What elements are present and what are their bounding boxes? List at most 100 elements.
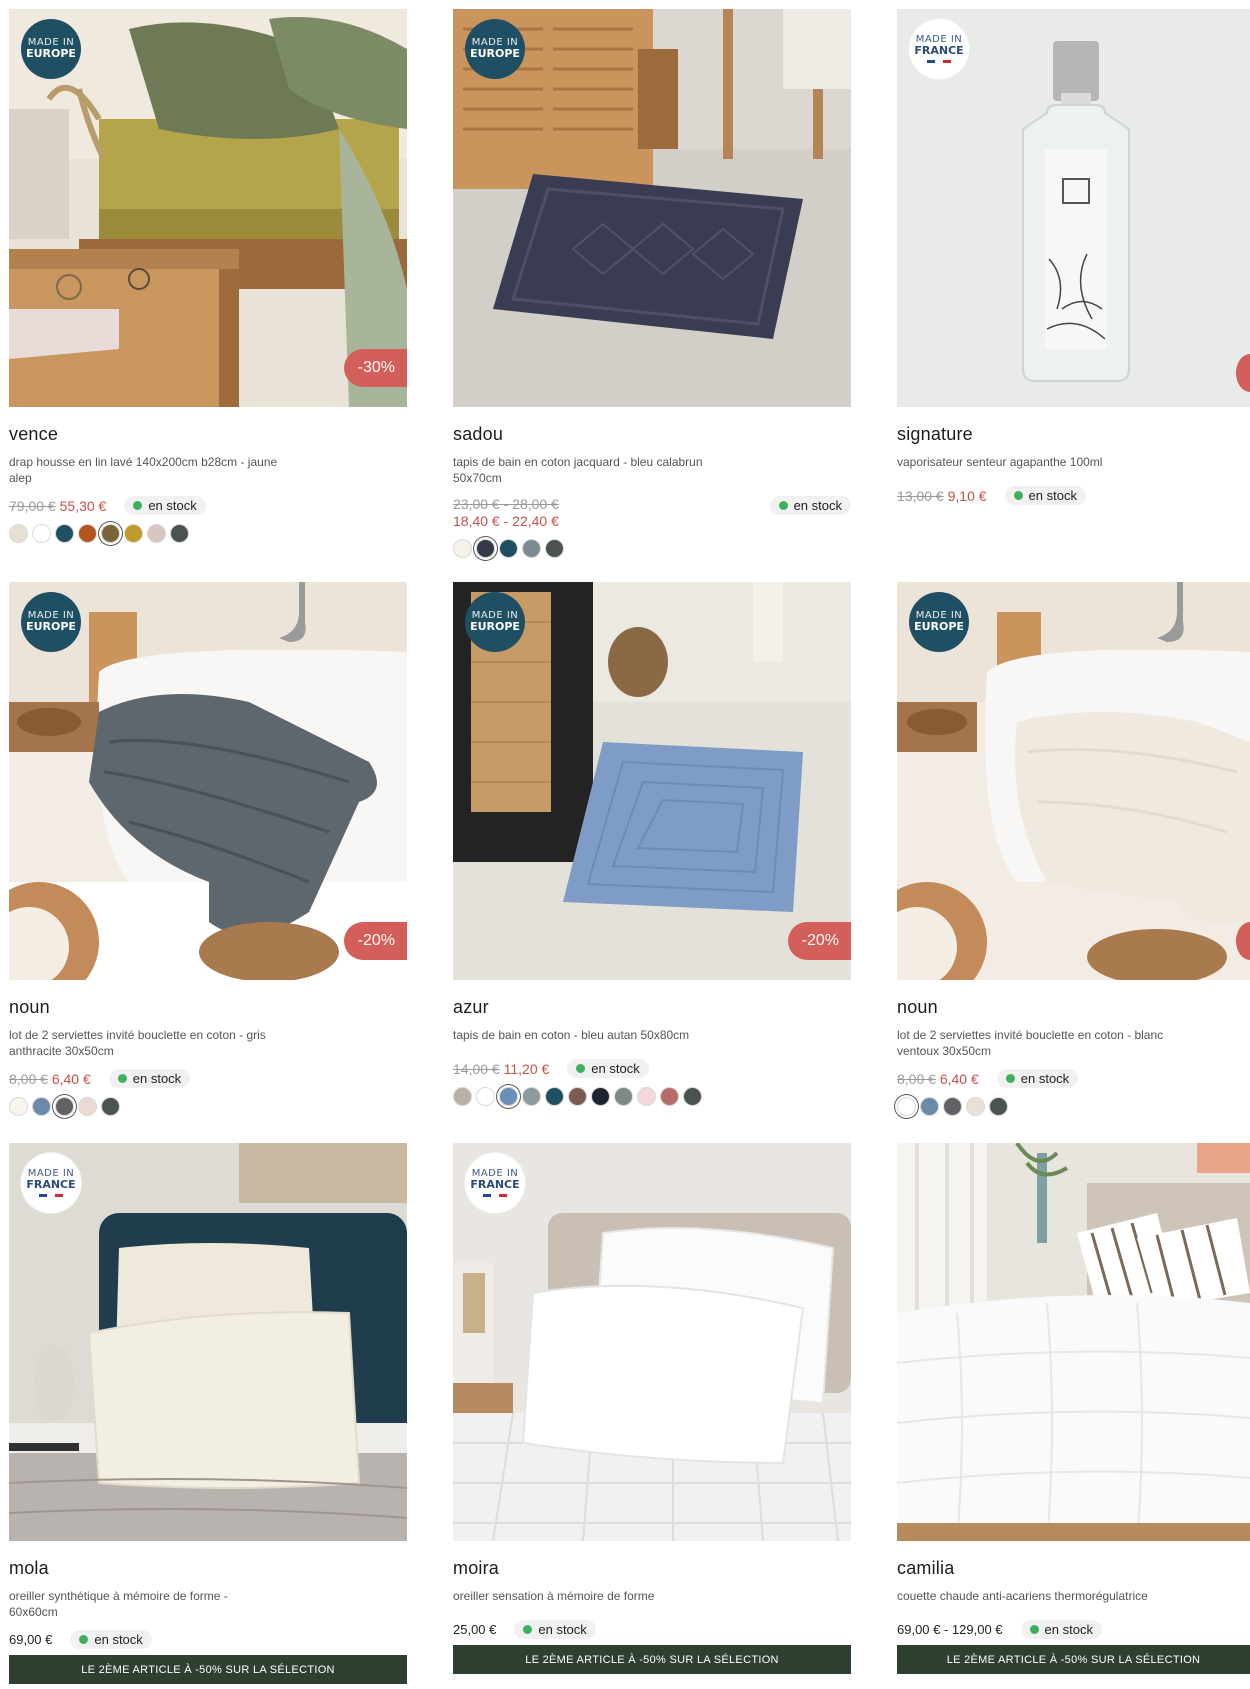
product-card[interactable]: MADE IN FRANCE moira oreiller sensation … <box>453 1143 851 1674</box>
color-swatch[interactable] <box>476 1087 495 1106</box>
made-in-france-badge: MADE IN FRANCE <box>21 1153 81 1213</box>
price-row: 14,00 € 11,20 € en stock <box>453 1059 851 1078</box>
product-card[interactable]: MADE IN EUROPE sadou tapis de bain en co… <box>453 9 851 558</box>
product-image[interactable] <box>897 1143 1250 1541</box>
product-name[interactable]: vence <box>9 424 407 445</box>
product-card[interactable]: MADE IN EUROPE -30% vence drap housse en… <box>9 9 407 543</box>
in-stock-dot-icon <box>1013 491 1023 500</box>
product-name[interactable]: moira <box>453 1558 851 1579</box>
price-row: 8,00 € 6,40 € en stock <box>9 1069 407 1088</box>
color-swatch[interactable] <box>920 1097 939 1116</box>
product-card[interactable]: MADE IN EUROPE noun lot de 2 serviettes … <box>897 582 1250 1116</box>
color-swatch[interactable] <box>683 1087 702 1106</box>
color-swatch-selected[interactable] <box>897 1097 916 1116</box>
color-swatch[interactable] <box>545 539 564 558</box>
color-swatch[interactable] <box>943 1097 962 1116</box>
price-row: 69,00 € - 129,00 € en stock <box>897 1620 1250 1639</box>
product-name[interactable]: noun <box>9 997 407 1018</box>
in-stock-dot-icon <box>117 1074 127 1083</box>
color-swatch-selected[interactable] <box>55 1097 74 1116</box>
color-swatch[interactable] <box>55 524 74 543</box>
color-swatch[interactable] <box>170 524 189 543</box>
product-name[interactable]: signature <box>897 424 1250 445</box>
color-swatch-selected[interactable] <box>101 524 120 543</box>
product-name[interactable]: noun <box>897 997 1250 1018</box>
color-swatch[interactable] <box>989 1097 1008 1116</box>
product-card[interactable]: MADE IN EUROPE -20% noun lot de 2 servie… <box>9 582 407 1116</box>
old-price: 8,00 € <box>897 1070 936 1087</box>
color-swatch[interactable] <box>78 524 97 543</box>
product-name[interactable]: camilia <box>897 1558 1250 1579</box>
product-image[interactable]: MADE IN EUROPE -30% <box>9 9 407 407</box>
product-description: tapis de bain en coton - bleu autan 50x8… <box>453 1028 690 1042</box>
color-swatch[interactable] <box>568 1087 587 1106</box>
color-swatch[interactable] <box>591 1087 610 1106</box>
color-swatch[interactable] <box>78 1097 97 1116</box>
color-swatch[interactable] <box>9 524 28 543</box>
discount-badge: -20% <box>343 922 407 960</box>
stock-badge: en stock <box>514 1620 596 1639</box>
sale-price: 6,40 € <box>939 1070 979 1087</box>
price: 25,00 € <box>453 1622 497 1637</box>
price-row: 79,00 € 55,30 € en stock <box>9 496 407 515</box>
sale-price: 55,30 € <box>59 497 107 514</box>
product-description: lot de 2 serviettes invité bouclette en … <box>897 1028 1164 1058</box>
discount-badge: -30% <box>343 349 407 387</box>
sale-price: 11,20 € <box>503 1060 550 1077</box>
sale-price: 9,10 € <box>947 487 987 504</box>
color-swatch[interactable] <box>453 539 472 558</box>
product-description: oreiller sensation à mémoire de forme <box>453 1589 655 1603</box>
product-name[interactable]: sadou <box>453 424 851 445</box>
price-row: 23,00 € - 28,00 € 18,40 € - 22,40 € en s… <box>453 496 851 530</box>
color-swatch[interactable] <box>499 539 518 558</box>
made-in-europe-badge: MADE IN EUROPE <box>21 19 81 79</box>
color-swatch[interactable] <box>101 1097 120 1116</box>
product-image[interactable]: MADE IN EUROPE <box>453 9 851 407</box>
made-in-europe-badge: MADE IN EUROPE <box>909 592 969 652</box>
color-swatch[interactable] <box>32 1097 51 1116</box>
product-description: couette chaude anti-acariens thermorégul… <box>897 1589 1148 1603</box>
product-card[interactable]: camilia couette chaude anti-acariens the… <box>897 1143 1250 1674</box>
promo-banner[interactable]: LE 2ÈME ARTICLE À -50% SUR LA SÉLECTION <box>897 1645 1250 1674</box>
old-price: 8,00 € <box>9 1070 48 1087</box>
color-swatch[interactable] <box>147 524 166 543</box>
color-swatch[interactable] <box>32 524 51 543</box>
color-swatch[interactable] <box>522 539 541 558</box>
product-image[interactable]: MADE IN EUROPE -20% <box>9 582 407 980</box>
in-stock-dot-icon <box>576 1064 586 1073</box>
color-swatch[interactable] <box>614 1087 633 1106</box>
product-card[interactable]: MADE IN FRANCE mola oreiller synthétique… <box>9 1143 407 1684</box>
color-swatches <box>897 1097 1250 1116</box>
price-row: 8,00 € 6,40 € en stock <box>897 1069 1250 1088</box>
price-row: 25,00 € en stock <box>453 1620 851 1639</box>
color-swatch[interactable] <box>9 1097 28 1116</box>
color-swatch[interactable] <box>660 1087 679 1106</box>
promo-banner[interactable]: LE 2ÈME ARTICLE À -50% SUR LA SÉLECTION <box>453 1645 851 1674</box>
price: 69,00 € <box>9 1632 53 1647</box>
color-swatch-selected[interactable] <box>476 539 495 558</box>
product-card[interactable]: MADE IN EUROPE -20% azur tapis de bain e… <box>453 582 851 1106</box>
color-swatch[interactable] <box>522 1087 541 1106</box>
color-swatch[interactable] <box>453 1087 472 1106</box>
color-swatch[interactable] <box>637 1087 656 1106</box>
color-swatches <box>453 1087 851 1106</box>
color-swatch[interactable] <box>545 1087 564 1106</box>
color-swatch[interactable] <box>966 1097 985 1116</box>
made-in-france-badge: MADE IN FRANCE <box>465 1153 525 1213</box>
product-image[interactable]: MADE IN FRANCE <box>453 1143 851 1541</box>
product-name[interactable]: mola <box>9 1558 407 1579</box>
product-image[interactable]: MADE IN FRANCE <box>897 9 1250 407</box>
color-swatch-selected[interactable] <box>499 1087 518 1106</box>
product-card[interactable]: MADE IN FRANCE signature vaporisateur se… <box>897 9 1250 505</box>
promo-banner[interactable]: LE 2ÈME ARTICLE À -50% SUR LA SÉLECTION <box>9 1655 407 1684</box>
stock-badge: en stock <box>1020 1620 1102 1639</box>
product-description: oreiller synthétique à mémoire de forme … <box>9 1589 228 1619</box>
product-description: lot de 2 serviettes invité bouclette en … <box>9 1028 266 1058</box>
color-swatch[interactable] <box>124 524 143 543</box>
product-image[interactable]: MADE IN FRANCE <box>9 1143 407 1541</box>
product-image[interactable]: MADE IN EUROPE -20% <box>453 582 851 980</box>
product-name[interactable]: azur <box>453 997 851 1018</box>
color-swatches <box>9 1097 407 1116</box>
old-price: 14,00 € <box>453 1060 500 1077</box>
product-image[interactable]: MADE IN EUROPE <box>897 582 1250 980</box>
